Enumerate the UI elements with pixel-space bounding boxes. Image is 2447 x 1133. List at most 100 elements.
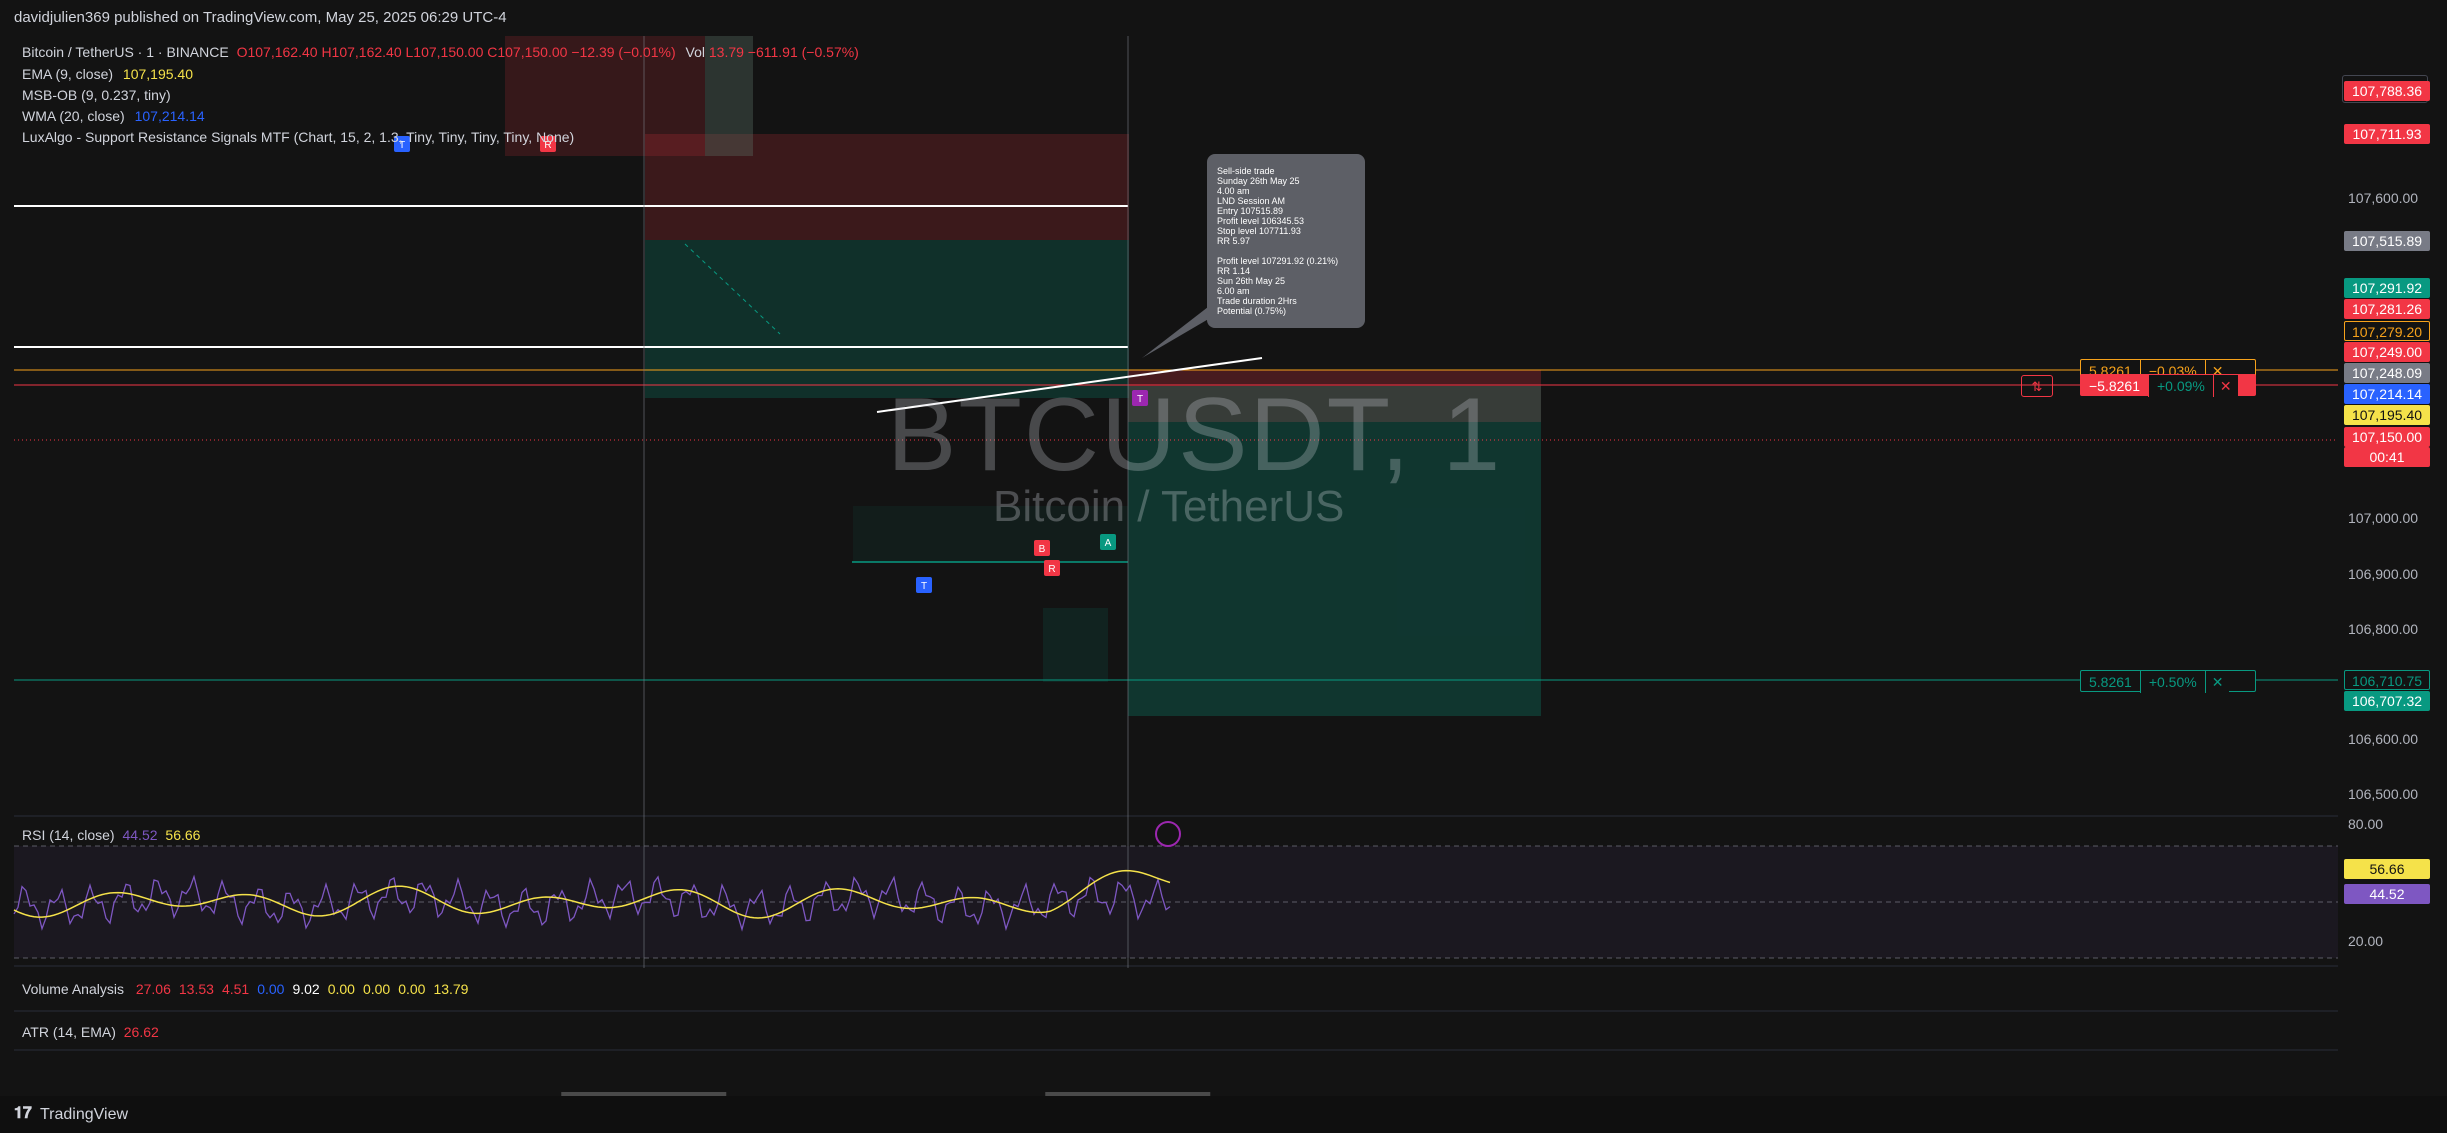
indicator-label: MSB-OB (9, 0.237, tiny) bbox=[22, 87, 171, 103]
callout-line: Potential (0.75%) bbox=[1217, 306, 1287, 316]
price-tag: 107,788.36 bbox=[2344, 81, 2430, 101]
bullish-order-block bbox=[645, 240, 1129, 398]
tradingview-brand[interactable]: TradingView bbox=[40, 1106, 128, 1124]
price-tick: 107,600.00 bbox=[2348, 190, 2419, 206]
callout-line: Sell-side trade bbox=[1217, 166, 1275, 176]
reverse-position-button[interactable]: ⇅ bbox=[2021, 375, 2053, 397]
rsi-ma-value: 56.66 bbox=[165, 827, 201, 843]
indicator-label: EMA (9, close) bbox=[22, 66, 114, 82]
callout-line: LND Session AM bbox=[1217, 196, 1286, 206]
bar-countdown: 00:41 bbox=[2344, 447, 2430, 467]
price-tag: 107,248.09 bbox=[2344, 363, 2430, 383]
price-tick: 106,900.00 bbox=[2348, 566, 2419, 582]
signal-marker-label: T bbox=[921, 581, 927, 592]
rsi-tick-80: 80.00 bbox=[2348, 816, 2384, 832]
volume-analysis-value: 13.53 bbox=[178, 981, 214, 997]
atr-value: 26.62 bbox=[123, 1024, 159, 1040]
publish-header: davidjulien369 published on TradingView.… bbox=[0, 0, 2447, 37]
price-tag: 107,291.92 bbox=[2344, 278, 2430, 298]
legend-msb-ob[interactable]: MSB-OB (9, 0.237, tiny) bbox=[22, 87, 171, 103]
position-pnl: +0.09% bbox=[2148, 375, 2213, 397]
volume-analysis-legend[interactable]: Volume Analysis 27.06 13.53 4.51 0.00 9.02 0.… bbox=[22, 981, 468, 997]
price-tag: 107,281.26 bbox=[2344, 299, 2430, 319]
price-tag: 106,707.32 bbox=[2344, 691, 2430, 711]
rsi-tick-20: 20.00 bbox=[2348, 933, 2384, 949]
volume-analysis-value: 27.06 bbox=[135, 981, 171, 997]
watermark-description: Bitcoin / TetherUS bbox=[993, 482, 1345, 531]
position-qty: 5.8261 bbox=[2089, 674, 2132, 690]
atr-legend[interactable]: ATR (14, EMA) 26.62 bbox=[22, 1024, 159, 1040]
callout-line: 6.00 am bbox=[1217, 286, 1250, 296]
callout-line: Profit level 107291.92 (0.21%) bbox=[1217, 256, 1339, 266]
price-tag: 107,214.14 bbox=[2344, 384, 2430, 404]
callout-line: Trade duration 2Hrs bbox=[1217, 296, 1297, 306]
price-tick: 106,600.00 bbox=[2348, 731, 2419, 747]
order-block-zone bbox=[1043, 608, 1108, 682]
callout-line: Profit level 106345.53 bbox=[1217, 216, 1305, 226]
callout-line: RR 1.14 bbox=[1217, 266, 1251, 276]
volume-analysis-values: 27.06 13.53 4.51 0.00 9.02 0.00 0.00 0.00 13.79 bbox=[128, 981, 469, 997]
volume-analysis-label: Volume Analysis bbox=[22, 981, 124, 997]
rsi-tag: 44.52 bbox=[2344, 884, 2430, 904]
vol-label: Vol bbox=[685, 44, 705, 60]
chart-frame: TRTBRAT Bitcoin / TetherUS · 1 · BINANCE… bbox=[0, 36, 2447, 1122]
watermark-symbol: BTCUSDT, 1 bbox=[887, 377, 1503, 493]
price-tick: 106,500.00 bbox=[2348, 786, 2419, 802]
legend-ema[interactable]: EMA (9, close) 107,195.40 bbox=[22, 66, 193, 82]
signal-marker: R bbox=[1044, 560, 1060, 576]
callout-line: Stop level 107711.93 bbox=[1217, 226, 1301, 236]
tradingview-logo-icon[interactable]: 𝟏𝟕 bbox=[14, 1105, 32, 1123]
price-tag: 107,711.93 bbox=[2344, 124, 2430, 144]
publisher-text: davidjulien369 published on TradingView.… bbox=[14, 9, 507, 26]
callout-line: 4.00 am bbox=[1217, 186, 1250, 196]
position-box[interactable]: −5.8261 +0.09% ✕ bbox=[2080, 374, 2256, 397]
close-position-icon[interactable]: ✕ bbox=[2204, 671, 2230, 693]
volume-analysis-value: 0.00 bbox=[398, 981, 426, 997]
price-tag: 107,150.00 bbox=[2344, 427, 2430, 447]
signal-marker: A bbox=[1100, 534, 1116, 550]
signal-marker-label: B bbox=[1039, 544, 1046, 555]
legend-luxalgo[interactable]: LuxAlgo - Support Resistance Signals MTF… bbox=[22, 129, 574, 145]
indicator-label: WMA (20, close) bbox=[22, 108, 125, 124]
legend-wma[interactable]: WMA (20, close) 107,214.14 bbox=[22, 108, 205, 124]
price-tag: 107,195.40 bbox=[2344, 405, 2430, 425]
volume-analysis-value: 0.00 bbox=[327, 981, 355, 997]
volume-analysis-value: 0.00 bbox=[362, 981, 391, 997]
volume-analysis-value: 4.51 bbox=[221, 981, 250, 997]
callout-line: Sun 26th May 25 bbox=[1217, 276, 1286, 286]
price-tag: 107,279.20 bbox=[2344, 321, 2430, 341]
price-tag: 107,249.00 bbox=[2344, 342, 2430, 362]
price-tick: 106,800.00 bbox=[2348, 621, 2419, 637]
callout-line: RR 5.97 bbox=[1217, 236, 1251, 246]
indicator-label: LuxAlgo - Support Resistance Signals MTF… bbox=[22, 129, 575, 145]
price-tag: 106,710.75 bbox=[2344, 670, 2430, 690]
signal-marker-label: R bbox=[1048, 564, 1055, 575]
position-box[interactable]: 5.8261 +0.50% ✕ bbox=[2080, 670, 2256, 693]
symbol-legend[interactable]: Bitcoin / TetherUS · 1 · BINANCE O107,16… bbox=[22, 44, 859, 60]
rsi-legend[interactable]: RSI (14, close) 44.52 56.66 bbox=[22, 827, 200, 843]
callout-line bbox=[1217, 246, 1355, 256]
signal-marker: B bbox=[1034, 540, 1050, 556]
rsi-ma-tag: 56.66 bbox=[2344, 859, 2430, 879]
rsi-label: RSI (14, close) bbox=[22, 827, 115, 843]
volume-analysis-value: 9.02 bbox=[292, 981, 320, 997]
volume-analysis-value: 0.00 bbox=[257, 981, 285, 997]
vol-values: 13.79 −611.91 (−0.57%) bbox=[708, 44, 859, 60]
signal-marker: T bbox=[916, 577, 932, 593]
position-pnl: +0.50% bbox=[2139, 671, 2205, 693]
callout-line: Entry 107515.89 bbox=[1217, 206, 1284, 216]
indicator-value: 107,195.40 bbox=[122, 66, 193, 82]
position-qty: −5.8261 bbox=[2089, 378, 2140, 394]
signal-marker-label: A bbox=[1105, 538, 1112, 549]
indicator-value: 107,214.14 bbox=[134, 108, 205, 124]
symbol-name: Bitcoin / TetherUS · 1 · BINANCE bbox=[22, 44, 229, 60]
trade-info-callout: Sell-side trade Sunday 26th May 25 4.00 am… bbox=[1207, 154, 1365, 328]
atr-label: ATR (14, EMA) bbox=[22, 1024, 116, 1040]
close-position-icon[interactable]: ✕ bbox=[2212, 375, 2238, 397]
price-tag: 107,515.89 bbox=[2344, 231, 2430, 251]
footer: 𝟏𝟕 TradingView bbox=[0, 1096, 2447, 1133]
price-tick: 107,000.00 bbox=[2348, 510, 2419, 526]
volume-analysis-value: 13.79 bbox=[433, 981, 469, 997]
callout-line: Sunday 26th May 25 bbox=[1217, 176, 1300, 186]
ohlc-values: O107,162.40 H107,162.40 L107,150.00 C107… bbox=[236, 44, 676, 60]
